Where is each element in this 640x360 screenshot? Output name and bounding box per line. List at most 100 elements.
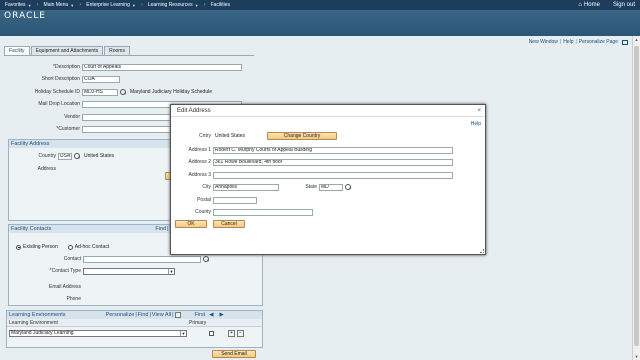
scroll-up-icon[interactable]: ▲ xyxy=(633,36,640,43)
tab-rooms[interactable]: Rooms xyxy=(104,46,130,55)
nav-favorites[interactable]: Favorites ▼ xyxy=(0,0,37,10)
resize-grip-icon[interactable] xyxy=(480,249,484,253)
address1-field[interactable]: Robert C. Murphy Courts of Appeal Buildi… xyxy=(213,146,453,154)
description-field[interactable]: Court of Appeals xyxy=(82,63,242,71)
help-link[interactable]: Help xyxy=(563,39,573,45)
postal-field[interactable] xyxy=(213,196,257,204)
short-desc-field[interactable]: COA xyxy=(82,75,120,83)
personalize-link[interactable]: Personalize xyxy=(106,312,135,318)
scroll-thumb[interactable] xyxy=(634,46,639,346)
send-email-button[interactable]: Send Email xyxy=(212,350,256,358)
facility-contacts-title: Facility Contacts xyxy=(11,226,52,232)
nav-label: Learning Resources xyxy=(147,2,193,8)
city-label: City xyxy=(202,184,211,190)
personalize-page-link[interactable]: Personalize Page xyxy=(579,39,618,45)
dialog-titlebar[interactable] xyxy=(171,105,485,117)
lookup-icon[interactable] xyxy=(74,153,80,159)
vendor-label: Vendor xyxy=(64,114,80,120)
address3-row: Address 3 xyxy=(171,171,453,179)
view-all-link[interactable]: View All xyxy=(152,312,171,318)
new-window-link[interactable]: New Window xyxy=(529,39,558,45)
state-field[interactable]: MD xyxy=(319,183,343,191)
lookup-icon[interactable] xyxy=(345,184,351,190)
country-field[interactable]: USA xyxy=(58,152,72,160)
lookup-icon[interactable] xyxy=(120,89,126,95)
new-window-icon[interactable] xyxy=(622,39,628,45)
county-label: County xyxy=(195,209,211,215)
grid-icon[interactable] xyxy=(174,312,181,318)
table-row: Maryland Judiciary Learning ▼ + − xyxy=(7,327,262,339)
nav-learning-resources[interactable]: Learning Resources ▼ xyxy=(143,0,204,10)
add-row-icon[interactable]: + xyxy=(228,329,235,337)
home-link[interactable]: ⌂ Home xyxy=(570,2,608,8)
signout-link[interactable]: Sign out xyxy=(608,2,640,8)
nav-enterprise-learning[interactable]: Enterprise Learning ▼ xyxy=(81,0,141,10)
prev-icon[interactable]: ◀ xyxy=(209,312,213,318)
contact-field[interactable] xyxy=(83,255,201,263)
find-link[interactable]: Find xyxy=(138,312,149,318)
dialog-help-link[interactable]: Help xyxy=(471,121,481,127)
selected-value: Maryland Judiciary Learning xyxy=(11,330,74,336)
page-scrollbar[interactable]: ▲ ▼ xyxy=(632,36,640,360)
nav-label: Facilities xyxy=(210,2,231,8)
close-icon[interactable]: × xyxy=(477,108,481,114)
maildrop-label: Mail Drop Location xyxy=(38,101,80,107)
delete-row-icon[interactable]: − xyxy=(237,329,244,337)
change-country-button[interactable]: Change Country xyxy=(267,132,337,140)
scroll-down-icon[interactable]: ▼ xyxy=(633,353,640,360)
lookup-icon[interactable] xyxy=(203,256,209,262)
nav-label: Enterprise Learning xyxy=(86,2,130,8)
nav-label: Main Menu xyxy=(43,2,69,8)
holiday-label: Holiday Schedule ID xyxy=(34,89,80,95)
learning-env-grid: Learning Environments Personalize | Find… xyxy=(6,310,263,348)
state-label: State xyxy=(305,184,317,190)
find-link[interactable]: Find xyxy=(155,226,166,232)
postal-row: Postal xyxy=(171,196,257,204)
description-row: *Description Court of Appeals xyxy=(4,63,242,71)
next-icon[interactable]: ▶ xyxy=(219,312,223,318)
email-row: Email Address xyxy=(8,283,81,291)
tab-facility[interactable]: Facility xyxy=(4,46,30,55)
adhoc-contact-radio[interactable] xyxy=(67,244,73,250)
country-row: Country USA United States xyxy=(8,152,114,160)
contact-type-radios: Existing Person Ad-hoc Contact xyxy=(16,243,109,251)
contact-type-select[interactable]: ▼ xyxy=(83,267,175,275)
postal-label: Postal xyxy=(197,197,211,203)
address-label: Address xyxy=(37,166,56,172)
primary-checkbox[interactable] xyxy=(209,330,214,336)
grid-header-row: Learning Environment Primary xyxy=(7,319,262,327)
holiday-field[interactable]: MDJ-HS xyxy=(82,88,118,96)
address2-field[interactable]: 361 Rowe Boulevard, 4th floor xyxy=(213,158,453,166)
country-label: Country xyxy=(38,153,56,159)
contact-type-label: *Contact Type xyxy=(49,268,81,274)
ok-button[interactable]: OK xyxy=(175,220,207,228)
address2-row: Address 2 361 Rowe Boulevard, 4th floor xyxy=(171,158,453,166)
vendor-row: Vendor xyxy=(4,113,192,121)
existing-person-radio[interactable] xyxy=(16,244,21,250)
col-env-header: Learning Environment xyxy=(9,319,58,326)
chevron-down-icon: ▼ xyxy=(27,2,32,8)
link-separator: | xyxy=(149,312,151,318)
chevron-down-icon: ▼ xyxy=(168,268,174,274)
chevron-down-icon: ▼ xyxy=(180,330,186,336)
link-separator: | xyxy=(172,312,174,318)
nav-facilities[interactable]: Facilities xyxy=(206,0,235,10)
learning-env-header: Learning Environments Personalize | Find… xyxy=(7,311,262,319)
nav-main-menu[interactable]: Main Menu ▼ xyxy=(39,0,80,10)
learning-env-select[interactable]: Maryland Judiciary Learning ▼ xyxy=(9,329,187,337)
nav-label: Favorites xyxy=(5,2,26,8)
city-state-row: City Annapolis State MD xyxy=(171,183,351,191)
tab-equipment[interactable]: Equipment and Attachments xyxy=(30,46,104,55)
address3-label: Address 3 xyxy=(188,172,211,178)
chevron-down-icon: ▼ xyxy=(131,2,136,8)
cntry-label: Cntry xyxy=(199,133,211,139)
email-label: Email Address xyxy=(49,284,81,290)
county-field[interactable] xyxy=(213,208,313,216)
address3-field[interactable] xyxy=(213,171,453,179)
first-label[interactable]: First xyxy=(195,312,206,318)
oracle-logo: ORACLE xyxy=(4,11,46,21)
chevron-down-icon: ▼ xyxy=(70,2,75,8)
city-field[interactable]: Annapolis xyxy=(213,183,279,191)
cancel-button[interactable]: Cancel xyxy=(213,220,245,228)
page-links: New Window | Help | Personalize Page xyxy=(529,39,628,45)
